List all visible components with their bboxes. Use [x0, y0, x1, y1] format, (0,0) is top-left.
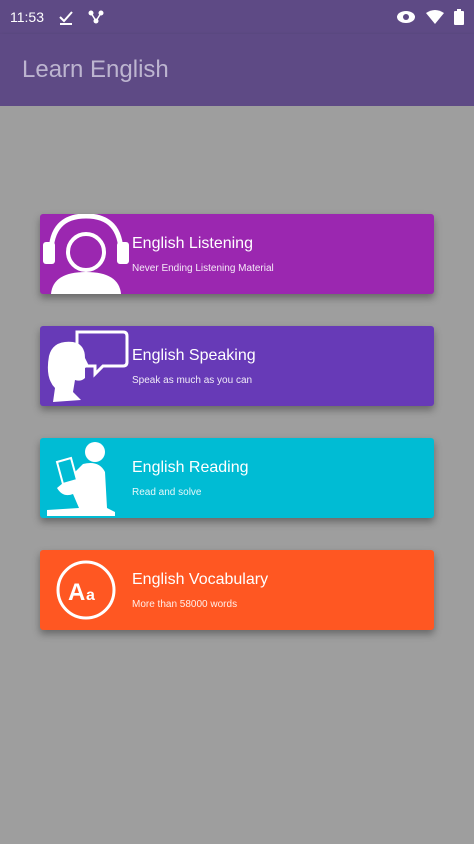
card-title: English Reading: [132, 458, 249, 476]
speaking-head-icon: [40, 326, 132, 406]
card-english-vocabulary[interactable]: A a English Vocabulary More than 58000 w…: [40, 550, 434, 630]
card-subtitle: More than 58000 words: [132, 598, 238, 610]
wifi-icon: [426, 10, 444, 24]
app-title: Learn English: [22, 56, 169, 83]
app-bar: Learn English: [0, 34, 474, 106]
card-english-listening[interactable]: English Listening Never Ending Listening…: [40, 214, 434, 294]
card-subtitle: Read and solve: [132, 486, 202, 498]
card-title: English Listening: [132, 234, 253, 252]
card-subtitle: Never Ending Listening Material: [132, 262, 274, 274]
card-english-speaking[interactable]: English Speaking Speak as much as you ca…: [40, 326, 434, 406]
aa-letters-icon: A a: [40, 550, 132, 630]
reading-person-icon: [40, 438, 132, 518]
svg-text:a: a: [86, 587, 95, 604]
card-subtitle: Speak as much as you can: [132, 374, 253, 386]
headphones-person-icon: [40, 214, 132, 294]
battery-icon: [454, 9, 464, 25]
svg-text:A: A: [68, 579, 85, 606]
card-title: English Vocabulary: [132, 570, 269, 588]
check-download-icon: [58, 9, 74, 25]
content-area: English Listening Never Ending Listening…: [0, 106, 474, 844]
status-time: 11:53: [10, 9, 44, 25]
network-share-icon: [88, 9, 104, 25]
card-english-reading[interactable]: English Reading Read and solve: [40, 438, 434, 518]
eye-icon: [396, 10, 416, 24]
card-title: English Speaking: [132, 346, 256, 364]
status-bar: 11:53: [0, 0, 474, 34]
